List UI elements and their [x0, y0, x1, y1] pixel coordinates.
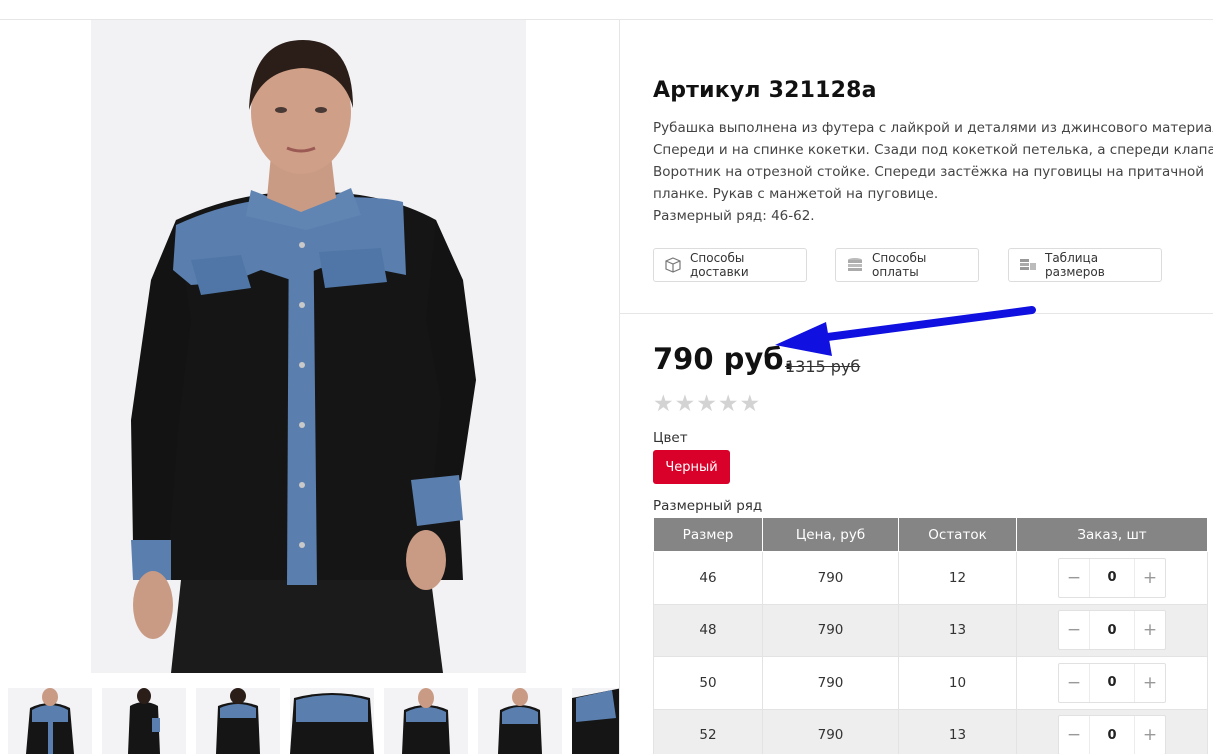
quantity-input[interactable]: 0	[1089, 716, 1135, 754]
product-title: Артикул 321128а	[653, 78, 877, 103]
column-header-stock: Остаток	[898, 517, 1017, 552]
size-table-icon	[1019, 256, 1037, 274]
increment-button[interactable]: +	[1135, 716, 1165, 754]
box-icon	[664, 256, 682, 274]
star-icon[interactable]: ★	[653, 393, 674, 416]
price-cell: 790	[762, 551, 899, 605]
star-icon[interactable]: ★	[718, 393, 739, 416]
product-page: Артикул 321128а Рубашка выполнена из фут…	[0, 0, 1213, 754]
payment-methods-button[interactable]: Способы оплаты	[835, 248, 979, 282]
size-cell: 52	[653, 708, 763, 754]
thumbnail[interactable]	[384, 688, 468, 754]
quantity-stepper: − 0 +	[1058, 610, 1166, 651]
decrement-button[interactable]: −	[1059, 559, 1089, 597]
payment-methods-label: Способы оплаты	[872, 251, 927, 279]
order-cell: − 0 +	[1016, 656, 1208, 710]
rating-stars[interactable]: ★ ★ ★ ★ ★	[653, 393, 760, 416]
table-row: 48 790 13 − 0 +	[653, 603, 1208, 657]
price-cell: 790	[762, 656, 899, 710]
quantity-stepper: − 0 +	[1058, 557, 1166, 598]
size-table-button[interactable]: Таблица размеров	[1008, 248, 1162, 282]
delivery-methods-button[interactable]: Способы доставки	[653, 248, 807, 282]
stock-cell: 13	[898, 603, 1017, 657]
table-row: 52 790 13 − 0 +	[653, 708, 1208, 754]
decrement-button[interactable]: −	[1059, 664, 1089, 702]
old-price: 1315 руб	[785, 357, 861, 376]
thumbnail[interactable]	[196, 688, 280, 754]
star-icon[interactable]: ★	[740, 393, 761, 416]
description-line: Размерный ряд: 46-62.	[653, 208, 815, 224]
section-divider	[620, 313, 1213, 314]
stock-cell: 10	[898, 656, 1017, 710]
price-cell: 790	[762, 603, 899, 657]
product-main-photo[interactable]	[91, 20, 526, 673]
size-table-label: Таблица размеров	[1045, 251, 1105, 279]
thumbnail-strip	[8, 688, 619, 754]
coins-icon	[846, 256, 864, 274]
description-line: Воротник на отрезной стойке. Спереди зас…	[653, 164, 1205, 180]
delivery-methods-label: Способы доставки	[690, 251, 749, 279]
size-cell: 46	[653, 551, 763, 605]
decrement-button[interactable]: −	[1059, 716, 1089, 754]
product-photo-image	[91, 20, 526, 673]
quantity-stepper: − 0 +	[1058, 715, 1166, 754]
description-line: Рубашка выполнена из футера с лайкрой и …	[653, 120, 1213, 136]
stock-cell: 12	[898, 551, 1017, 605]
table-header-row: Размер Цена, руб Остаток Заказ, шт	[653, 517, 1208, 552]
column-header-order: Заказ, шт	[1016, 517, 1208, 552]
column-header-size: Размер	[653, 517, 763, 552]
order-cell: − 0 +	[1016, 603, 1208, 657]
order-cell: − 0 +	[1016, 551, 1208, 605]
thumbnail[interactable]	[478, 688, 562, 754]
decrement-button[interactable]: −	[1059, 611, 1089, 649]
increment-button[interactable]: +	[1135, 559, 1165, 597]
description-line: планке. Рукав с манжетой на пуговице.	[653, 186, 939, 202]
thumbnail[interactable]	[572, 688, 619, 754]
increment-button[interactable]: +	[1135, 664, 1165, 702]
column-header-price: Цена, руб	[762, 517, 899, 552]
size-cell: 50	[653, 656, 763, 710]
color-label: Цвет	[653, 430, 688, 446]
stock-cell: 13	[898, 708, 1017, 754]
table-row: 50 790 10 − 0 +	[653, 656, 1208, 710]
description-line: Спереди и на спинке кокетки. Сзади под к…	[653, 142, 1213, 158]
quantity-input[interactable]: 0	[1089, 611, 1135, 650]
column-divider	[619, 20, 620, 754]
order-cell: − 0 +	[1016, 708, 1208, 754]
size-order-table: Размер Цена, руб Остаток Заказ, шт 46 79…	[653, 517, 1208, 754]
color-option-black[interactable]: Черный	[653, 450, 730, 484]
table-row: 46 790 12 − 0 +	[653, 551, 1208, 605]
thumbnail[interactable]	[8, 688, 92, 754]
size-cell: 48	[653, 603, 763, 657]
price-cell: 790	[762, 708, 899, 754]
quantity-input[interactable]: 0	[1089, 663, 1135, 702]
increment-button[interactable]: +	[1135, 611, 1165, 649]
thumbnail[interactable]	[102, 688, 186, 754]
quantity-stepper: − 0 +	[1058, 662, 1166, 703]
star-icon[interactable]: ★	[675, 393, 696, 416]
thumbnail[interactable]	[290, 688, 374, 754]
size-range-label: Размерный ряд	[653, 498, 763, 514]
product-description: Рубашка выполнена из футера с лайкрой и …	[653, 117, 1213, 227]
product-price: 790 руб.	[653, 342, 795, 376]
quantity-input[interactable]: 0	[1089, 558, 1135, 597]
star-icon[interactable]: ★	[696, 393, 717, 416]
